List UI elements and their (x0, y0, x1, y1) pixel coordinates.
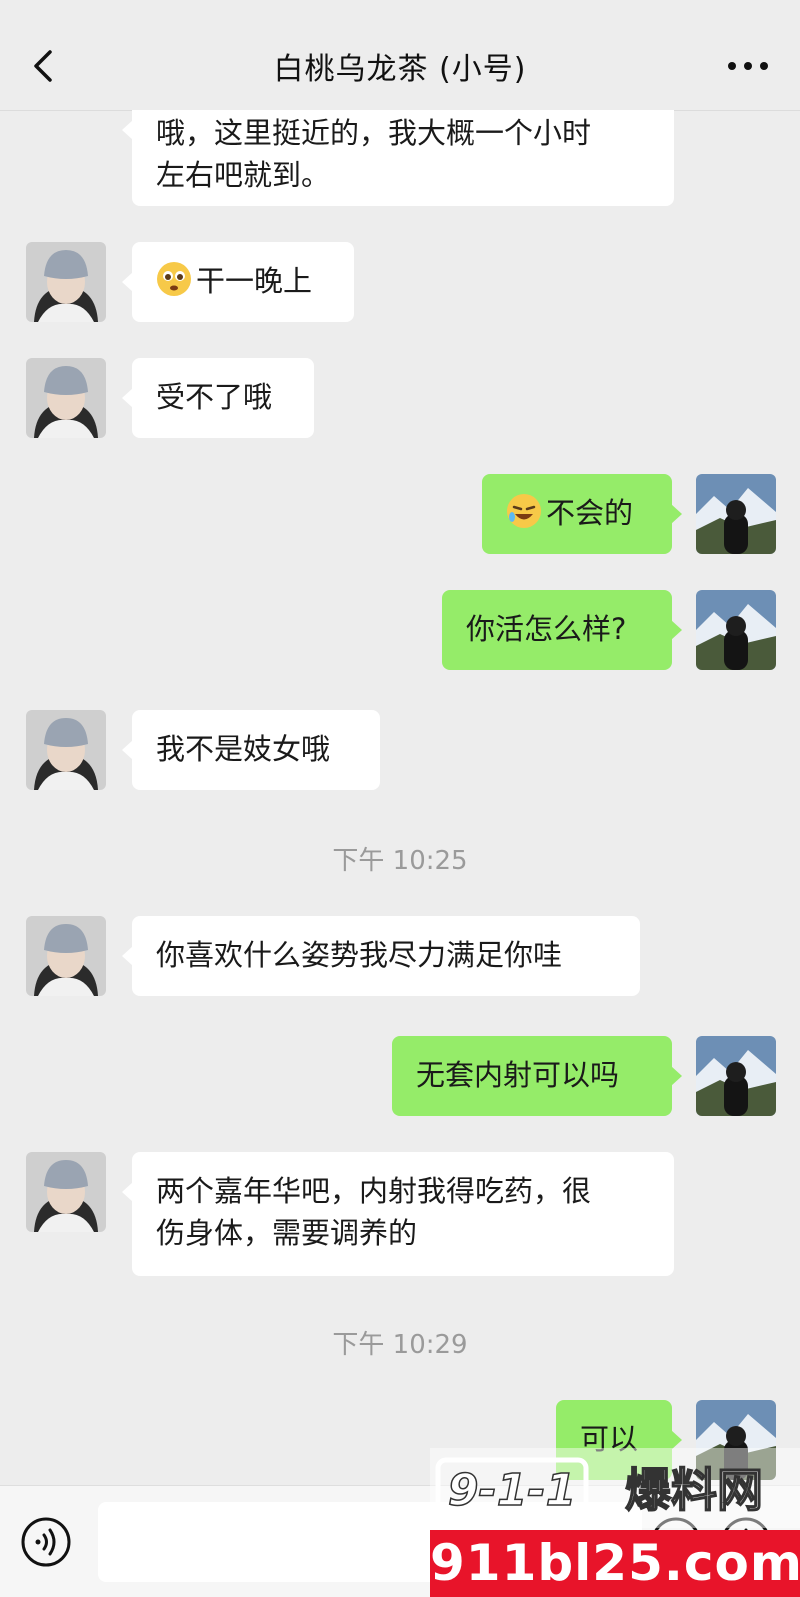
timestamp: 下午 10:29 (332, 1330, 468, 1360)
svg-text:9-1-1: 9-1-1 (448, 1465, 576, 1516)
rofl-face-icon (506, 493, 542, 529)
contact-avatar[interactable] (26, 916, 106, 996)
more-dots-icon (728, 62, 768, 70)
message-text: 两个嘉年华吧，内射我得吃药，很 (156, 1174, 592, 1208)
message-bubble-incoming[interactable]: 我不是妓女哦 (122, 710, 380, 790)
user-avatar[interactable] (696, 590, 776, 670)
message-text: 不会的 (546, 496, 634, 530)
message-bubble-incoming[interactable]: 哦，这里挺近的，我大概一个小时 左右吧就到。 (122, 110, 674, 206)
watermark-logo-panel: 9-1-1 爆料网 (430, 1448, 800, 1528)
message-text: 你喜欢什么姿势我尽力满足你哇 (156, 938, 563, 972)
message-text: 伤身体，需要调养的 (156, 1216, 418, 1250)
message-bubble-outgoing[interactable]: 无套内射可以吗 (392, 1036, 682, 1116)
more-button[interactable] (726, 58, 770, 74)
message-bubble-outgoing[interactable]: 不会的 (482, 474, 682, 554)
voice-button[interactable] (20, 1516, 72, 1568)
watermark-logo: 9-1-1 爆料网 (435, 1457, 764, 1521)
message-list[interactable]: 哦，这里挺近的，我大概一个小时 左右吧就到。 干一晚上 受不了哦 不会的 你活怎… (0, 110, 800, 1485)
chat-title: 白桃乌龙茶 (小号) (273, 52, 527, 87)
chat-screen: 白桃乌龙茶 (小号) 哦，这里挺近的，我大概一个小时 左右吧就到。 干一晚上 受… (0, 0, 800, 1597)
user-avatar[interactable] (696, 1036, 776, 1116)
timestamp: 下午 10:25 (332, 846, 468, 876)
contact-avatar[interactable] (26, 242, 106, 322)
message-text: 你活怎么样? (466, 612, 627, 646)
chat-header: 白桃乌龙茶 (小号) (0, 0, 800, 111)
message-text: 干一晚上 (196, 264, 313, 298)
message-text: 左右吧就到。 (156, 158, 331, 192)
contact-avatar[interactable] (26, 1152, 106, 1232)
watermark: 9-1-1 爆料网 911bl25.com (430, 1448, 800, 1597)
contact-avatar[interactable] (26, 710, 106, 790)
message-text: 无套内射可以吗 (416, 1058, 620, 1092)
message-text: 我不是妓女哦 (156, 732, 331, 766)
message-text: 哦，这里挺近的，我大概一个小时 (156, 116, 592, 150)
contact-avatar[interactable] (26, 358, 106, 438)
pleading-face-icon (156, 261, 192, 297)
svg-text:爆料网: 爆料网 (625, 1463, 763, 1517)
user-avatar[interactable] (696, 474, 776, 554)
watermark-url: 911bl25.com (430, 1530, 800, 1597)
message-bubble-incoming[interactable]: 干一晚上 (122, 242, 354, 322)
voice-icon (21, 1517, 71, 1567)
message-bubble-incoming[interactable]: 两个嘉年华吧，内射我得吃药，很 伤身体，需要调养的 (122, 1152, 674, 1276)
message-bubble-incoming[interactable]: 受不了哦 (122, 358, 314, 438)
message-bubble-outgoing[interactable]: 你活怎么样? (442, 590, 682, 670)
message-bubble-incoming[interactable]: 你喜欢什么姿势我尽力满足你哇 (122, 916, 640, 996)
message-text: 受不了哦 (156, 380, 273, 414)
